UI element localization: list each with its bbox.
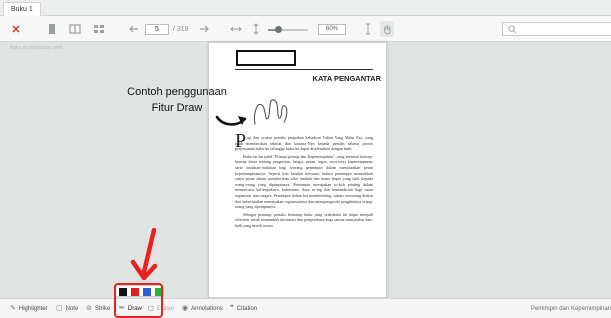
paragraph: uji dan syukur penulis panjatkan kehadir… xyxy=(235,135,373,152)
zoom-slider[interactable] xyxy=(268,26,308,33)
citation-button[interactable]: ❞ Citation xyxy=(230,302,257,316)
sponsor-notice: Buku ini disponsori oleh xyxy=(10,45,63,51)
note-label: Note xyxy=(65,306,79,312)
annotations-label: Annotations xyxy=(191,306,223,312)
fit-height-icon[interactable] xyxy=(250,21,262,37)
zoom-percent-field[interactable]: 60% xyxy=(318,24,346,35)
single-page-icon[interactable] xyxy=(45,21,59,37)
book-title: Pemimpin dan Kepemimpinan xyxy=(530,306,611,312)
annotations-button[interactable]: ◉ Annotations xyxy=(182,302,223,316)
paragraph: Buku ini berjudul "Prinsip-prinsip dan K… xyxy=(235,153,373,210)
page-body: uji dan syukur penulis panjatkan kehadir… xyxy=(235,135,373,231)
quote-icon: ❞ xyxy=(230,305,234,312)
search-icon xyxy=(508,25,517,34)
strike-icon: ⊘ xyxy=(86,305,92,312)
draw-tool-highlight xyxy=(114,283,163,318)
grid-icon[interactable] xyxy=(92,21,106,37)
chapter-title: KATA PENGANTAR xyxy=(312,74,381,83)
red-arrow-icon xyxy=(130,228,158,281)
strike-label: Strike xyxy=(94,306,111,312)
page-number-input[interactable]: 5 xyxy=(145,24,169,35)
page-total: / 318 xyxy=(173,26,189,33)
arrow-right-icon[interactable] xyxy=(198,21,210,37)
note-button[interactable]: ▢ Note xyxy=(56,302,78,316)
caption-line-1: Contoh penggunaan xyxy=(127,86,227,98)
paragraph: Sebagai penutup, penulis berharap buku y… xyxy=(235,211,373,228)
fit-width-icon[interactable] xyxy=(230,21,242,37)
text-cursor-icon[interactable] xyxy=(362,21,374,37)
hand-icon[interactable] xyxy=(380,21,394,37)
highlighter-button[interactable]: ✎ Highlighter xyxy=(10,302,48,316)
highlighter-label: Highlighter xyxy=(18,306,48,312)
tab-buku-1[interactable]: Buku 1 xyxy=(3,2,41,16)
pen-icon: ✎ xyxy=(10,305,16,312)
annotation-toolbar: ✎ Highlighter ▢ Note ⊘ Strike ✏ Draw ◻ E… xyxy=(0,298,611,318)
note-icon: ▢ xyxy=(56,305,63,312)
citation-label: Citation xyxy=(236,306,258,312)
eye-icon: ◉ xyxy=(182,305,189,312)
strike-button[interactable]: ⊘ Strike xyxy=(86,302,110,316)
close-icon[interactable]: ✕ xyxy=(10,21,22,37)
two-page-icon[interactable] xyxy=(68,21,82,37)
redaction-box xyxy=(236,50,296,66)
book-page: KATA PENGANTAR P uji dan syukur penulis … xyxy=(208,42,387,298)
zoom-slider-knob[interactable] xyxy=(274,26,282,33)
tab-strip: Buku 1 xyxy=(0,0,611,16)
reader-toolbar: ✕ 5 / 318 60% xyxy=(0,16,611,42)
freehand-drawing xyxy=(254,99,288,125)
curved-arrow-icon xyxy=(215,115,247,126)
heading-rule xyxy=(235,69,373,70)
arrow-left-icon[interactable] xyxy=(128,21,140,37)
search-input[interactable] xyxy=(502,22,611,36)
